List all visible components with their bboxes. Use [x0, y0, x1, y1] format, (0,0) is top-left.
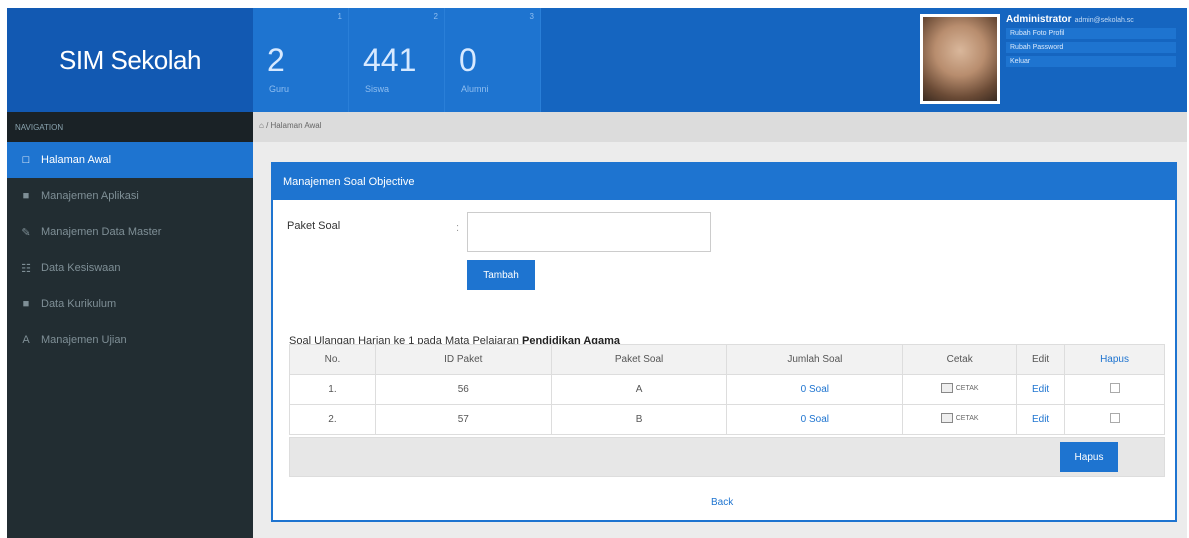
- cetak-label: CETAK: [955, 384, 979, 392]
- print-icon: [940, 413, 953, 423]
- sidebar-item-manajemen-aplikasi[interactable]: ■ Manajemen Aplikasi: [7, 178, 253, 214]
- change-password-link[interactable]: Rubah Password: [1006, 42, 1176, 53]
- panel-title: Manajemen Soal Objective: [273, 164, 1175, 200]
- cell-hapus: [1064, 374, 1165, 405]
- jumlah-soal-link[interactable]: 0 Soal: [726, 374, 904, 405]
- jumlah-soal-link[interactable]: 0 Soal: [726, 404, 904, 435]
- delete-checkbox[interactable]: [1109, 383, 1120, 393]
- cetak-button[interactable]: CETAK: [940, 383, 979, 393]
- col-header-hapus: Hapus: [1064, 344, 1165, 375]
- user-email: admin@sekolah.sc: [1074, 17, 1134, 24]
- user-menu: Administrator admin@sekolah.sc Rubah Foto…: [1006, 14, 1186, 67]
- table-row: 2. 57 B 0 Soal CETAK Edit: [289, 404, 1165, 435]
- back-link[interactable]: Back: [711, 497, 733, 508]
- edit-link[interactable]: Edit: [1016, 374, 1066, 405]
- print-icon: [940, 383, 953, 393]
- change-photo-link[interactable]: Rubah Foto Profil: [1006, 28, 1176, 39]
- avatar[interactable]: [920, 14, 1000, 104]
- cell-no: 2.: [289, 404, 376, 435]
- field-colon: :: [456, 222, 460, 234]
- breadcrumb-trail: ⌂ / Halaman Awal: [259, 121, 322, 130]
- cell-cetak: CETAK: [902, 404, 1018, 435]
- col-header-cetak: Cetak: [902, 344, 1018, 375]
- table-header-row: No. ID Paket Paket Soal Jumlah Soal Ceta…: [289, 344, 1165, 375]
- table-footer: Hapus: [289, 437, 1165, 477]
- pencil-icon: ✎: [21, 226, 31, 239]
- sidebar-item-label: Manajemen Data Master: [41, 226, 162, 238]
- delete-checkbox[interactable]: [1109, 413, 1120, 423]
- sidebar-item-label: Halaman Awal: [41, 154, 112, 166]
- col-header-edit: Edit: [1016, 344, 1066, 375]
- cell-id-paket: 56: [374, 374, 552, 405]
- col-header-paket-soal: Paket Soal: [550, 344, 728, 375]
- book-icon: ■: [22, 298, 30, 310]
- sidebar-item-label: Data Kurikulum: [41, 298, 117, 310]
- col-header-jumlah-soal: Jumlah Soal: [726, 344, 904, 375]
- top-header: SIM Sekolah 1 2 Guru 2 441 Siswa 3 0 Alu…: [7, 8, 1187, 112]
- sidebar-item-halaman-awal[interactable]: □ Halaman Awal: [7, 142, 253, 178]
- stat-mini-number: 1: [337, 12, 342, 21]
- font-icon: A: [22, 334, 30, 346]
- edit-link[interactable]: Edit: [1016, 404, 1066, 435]
- cell-paket-soal: A: [550, 374, 728, 405]
- sidebar-item-data-master[interactable]: ✎ Manajemen Data Master: [7, 214, 253, 250]
- paket-table: No. ID Paket Paket Soal Jumlah Soal Ceta…: [289, 344, 1165, 435]
- table-row: 1. 56 A 0 Soal CETAK Edit: [289, 374, 1165, 405]
- user-name-text: Administrator: [1006, 14, 1072, 25]
- briefcase-icon: ■: [22, 190, 30, 202]
- sidebar-item-label: Data Kesiswaan: [41, 262, 121, 274]
- monitor-icon: □: [22, 154, 30, 166]
- sidebar-heading: NAVIGATION: [7, 112, 253, 142]
- col-header-id-paket: ID Paket: [374, 344, 552, 375]
- paket-soal-label: Paket Soal: [287, 220, 341, 232]
- stat-guru[interactable]: 1 2 Guru: [253, 8, 349, 112]
- cell-cetak: CETAK: [902, 374, 1018, 405]
- stat-label: Alumni: [461, 84, 489, 94]
- stat-value: 441: [363, 42, 417, 78]
- sidebar-item-kurikulum[interactable]: ■ Data Kurikulum: [7, 286, 253, 322]
- stat-siswa[interactable]: 2 441 Siswa: [349, 8, 445, 112]
- paket-soal-input[interactable]: [467, 212, 711, 252]
- sidebar-item-label: Manajemen Ujian: [41, 334, 127, 346]
- stat-value: 0: [459, 42, 477, 78]
- sidebar-item-kesiswaan[interactable]: ☷ Data Kesiswaan: [7, 250, 253, 286]
- hapus-button[interactable]: Hapus: [1060, 442, 1118, 472]
- stat-label: Guru: [269, 84, 290, 94]
- stat-mini-number: 3: [529, 12, 534, 21]
- stat-mini-number: 2: [433, 12, 438, 21]
- sidebar-item-ujian[interactable]: A Manajemen Ujian: [7, 322, 253, 358]
- users-icon: ☷: [21, 262, 31, 275]
- soal-panel: Manajemen Soal Objective Paket Soal : Ta…: [271, 162, 1177, 522]
- col-header-no: No.: [289, 344, 376, 375]
- stat-label: Siswa: [365, 84, 390, 94]
- brand-title: SIM Sekolah: [59, 44, 201, 75]
- logout-link[interactable]: Keluar: [1006, 56, 1176, 67]
- stat-alumni[interactable]: 3 0 Alumni: [445, 8, 541, 112]
- cell-paket-soal: B: [550, 404, 728, 435]
- stat-value: 2: [267, 42, 285, 78]
- home-icon[interactable]: ⌂: [259, 121, 264, 130]
- user-name: Administrator admin@sekolah.sc: [1006, 14, 1186, 25]
- app-frame: SIM Sekolah 1 2 Guru 2 441 Siswa 3 0 Alu…: [7, 8, 1187, 538]
- brand-logo[interactable]: SIM Sekolah: [7, 8, 253, 112]
- tambah-button[interactable]: Tambah: [467, 260, 535, 290]
- sidebar-item-label: Manajemen Aplikasi: [41, 190, 139, 202]
- sidebar: NAVIGATION □ Halaman Awal ■ Manajemen Ap…: [7, 112, 253, 538]
- cetak-label: CETAK: [955, 414, 979, 422]
- cell-no: 1.: [289, 374, 376, 405]
- breadcrumb: ⌂ / Halaman Awal: [253, 112, 1187, 142]
- cetak-button[interactable]: CETAK: [940, 413, 979, 423]
- breadcrumb-current: / Halaman Awal: [266, 121, 322, 130]
- cell-hapus: [1064, 404, 1165, 435]
- cell-id-paket: 57: [374, 404, 552, 435]
